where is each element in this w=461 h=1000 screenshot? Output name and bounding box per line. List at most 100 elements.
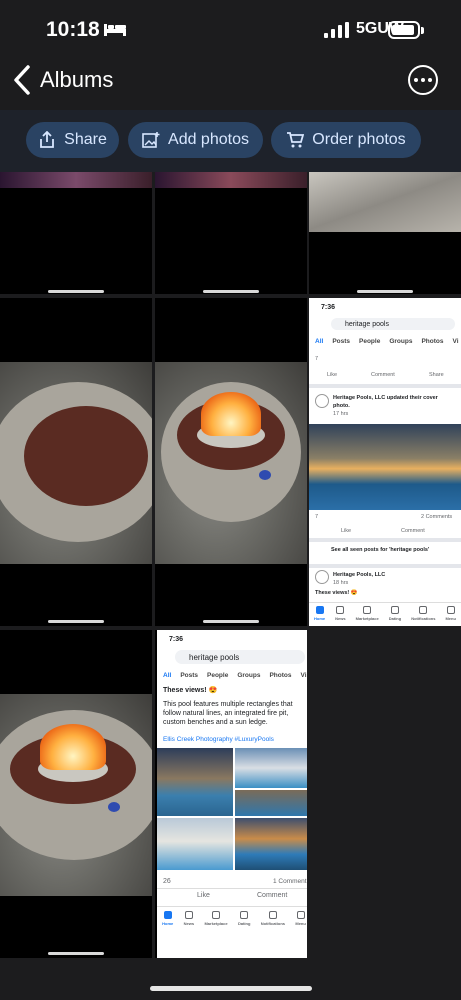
fb-bottom-nav: Home News Marketplace Dating Notificatio… bbox=[157, 906, 307, 934]
blue-cap bbox=[108, 802, 120, 812]
thumbnail-image bbox=[0, 694, 152, 896]
pool-photo bbox=[235, 818, 307, 870]
share-icon bbox=[40, 131, 55, 148]
photo-thumbnail[interactable] bbox=[0, 630, 152, 958]
fb-comment: Comment bbox=[371, 372, 395, 378]
fb-time: 7:36 bbox=[169, 636, 184, 643]
more-options-button[interactable] bbox=[408, 65, 438, 95]
back-button[interactable]: Albums bbox=[12, 64, 113, 96]
pool-photo bbox=[235, 790, 307, 816]
add-photos-button[interactable]: Add photos bbox=[128, 122, 263, 158]
pool-photo bbox=[235, 748, 307, 788]
pool-photo bbox=[157, 818, 233, 870]
fb-posted-time: 17 hrs bbox=[333, 411, 349, 417]
fb-tab: Photos bbox=[421, 338, 444, 345]
fb-nav-marketplace: Marketplace bbox=[356, 606, 379, 624]
fb-see-all: See all seen posts for 'heritage pools' bbox=[331, 547, 430, 553]
photo-thumbnail[interactable] bbox=[0, 298, 152, 626]
fb-search: heritage pools bbox=[331, 318, 455, 330]
thumbnail-image bbox=[155, 172, 307, 188]
cover-photo bbox=[309, 424, 461, 510]
fb-posted-time: 18 hrs bbox=[333, 580, 349, 586]
fb-nav-news: News bbox=[335, 606, 346, 624]
divider bbox=[157, 888, 307, 889]
fb-tab: Groups bbox=[389, 338, 413, 345]
fb-headline: These views! 😍 bbox=[163, 687, 218, 694]
fb-nav-notifications: Notifications bbox=[411, 606, 435, 624]
fb-nav-home: Home bbox=[314, 606, 325, 624]
back-label: Albums bbox=[40, 67, 114, 92]
fb-tab: Posts bbox=[332, 338, 351, 345]
fb-reactions: 26 bbox=[163, 878, 171, 885]
fb-page-name: Heritage Pools, LLC bbox=[333, 572, 386, 578]
fb-nav-marketplace: Marketplace bbox=[204, 911, 228, 934]
divider bbox=[309, 564, 461, 568]
home-indicator-bar bbox=[48, 620, 104, 623]
fb-like: Like bbox=[341, 528, 352, 534]
fb-reactions: 7 bbox=[315, 356, 319, 362]
battery-icon bbox=[388, 21, 420, 39]
page-avatar bbox=[315, 394, 329, 408]
fb-page-name: Heritage Pools, LLC updated their cover … bbox=[333, 395, 438, 409]
fb-tab: People bbox=[359, 338, 381, 345]
photo-thumbnail[interactable] bbox=[155, 172, 307, 294]
order-photos-label: Order photos bbox=[312, 131, 406, 148]
fb-tab: Photos bbox=[269, 672, 292, 679]
fb-comments-count: 2 Comments bbox=[421, 514, 453, 520]
fb-comment: Comment bbox=[401, 528, 425, 534]
fb-tab: All bbox=[163, 672, 172, 679]
fb-like: Like bbox=[197, 892, 210, 899]
status-time: 10:18 bbox=[46, 18, 100, 41]
home-indicator[interactable] bbox=[150, 986, 312, 991]
status-bar: 10:18 5GUW bbox=[0, 0, 461, 60]
home-indicator-bar bbox=[48, 952, 104, 955]
dot-icon bbox=[414, 78, 418, 82]
fb-time: 7:36 bbox=[321, 304, 336, 311]
fb-tab: All bbox=[315, 338, 324, 345]
fb-nav-notifications: Notifications bbox=[261, 911, 285, 934]
fb-comments-count: 1 Comment bbox=[273, 878, 307, 885]
fb-tags[interactable]: Ellis Creek Photography #LuxuryPools bbox=[163, 736, 274, 743]
photo-thumbnail[interactable] bbox=[309, 172, 461, 294]
fb-tab: Vi bbox=[452, 338, 459, 345]
thumbnail-image bbox=[0, 172, 152, 188]
add-photo-icon bbox=[142, 132, 160, 148]
fb-search: heritage pools bbox=[175, 650, 305, 664]
pool-photo bbox=[157, 748, 233, 816]
fb-comment: Comment bbox=[257, 892, 288, 899]
home-indicator-bar bbox=[48, 290, 104, 293]
share-label: Share bbox=[64, 131, 107, 148]
photo-grid: 7:36 heritage pools All Posts People Gro… bbox=[0, 172, 461, 972]
photo-thumbnail[interactable]: 7:36 heritage pools All Posts People Gro… bbox=[155, 630, 307, 958]
add-photos-label: Add photos bbox=[168, 131, 249, 148]
sleep-focus-icon bbox=[104, 24, 126, 36]
fb-nav-menu: Menu bbox=[445, 606, 456, 624]
chevron-left-icon bbox=[14, 65, 30, 95]
fb-nav-dating: Dating bbox=[238, 911, 250, 934]
action-bar: Share Add photos Order photos bbox=[0, 110, 461, 172]
home-indicator-bar bbox=[203, 620, 259, 623]
flame-shape bbox=[40, 724, 106, 770]
order-photos-button[interactable]: Order photos bbox=[271, 122, 421, 158]
photo-thumbnail[interactable] bbox=[155, 298, 307, 626]
fb-tab: Groups bbox=[237, 672, 261, 679]
lava-rock-shape bbox=[24, 406, 148, 506]
dot-icon bbox=[421, 78, 425, 82]
facebook-screenshot: 7:36 heritage pools All Posts People Gro… bbox=[157, 630, 307, 958]
blue-cap bbox=[259, 470, 271, 480]
battery-tip bbox=[421, 27, 424, 34]
fb-nav-dating: Dating bbox=[389, 606, 401, 624]
fb-body: This pool features multiple rectangles t… bbox=[163, 701, 293, 726]
home-indicator-bar bbox=[203, 290, 259, 293]
fb-nav-menu: Menu bbox=[295, 911, 306, 934]
divider bbox=[309, 384, 461, 388]
photo-thumbnail[interactable]: 7:36 heritage pools All Posts People Gro… bbox=[309, 298, 461, 626]
share-button[interactable]: Share bbox=[26, 122, 119, 158]
thumbnail-image bbox=[0, 362, 152, 564]
fb-snippet: These views! 😍 bbox=[315, 590, 358, 596]
cart-icon bbox=[287, 132, 305, 148]
dot-icon bbox=[428, 78, 432, 82]
fb-reactions: 7 bbox=[315, 514, 319, 520]
photo-thumbnail[interactable] bbox=[0, 172, 152, 294]
fb-tab: People bbox=[207, 672, 229, 679]
